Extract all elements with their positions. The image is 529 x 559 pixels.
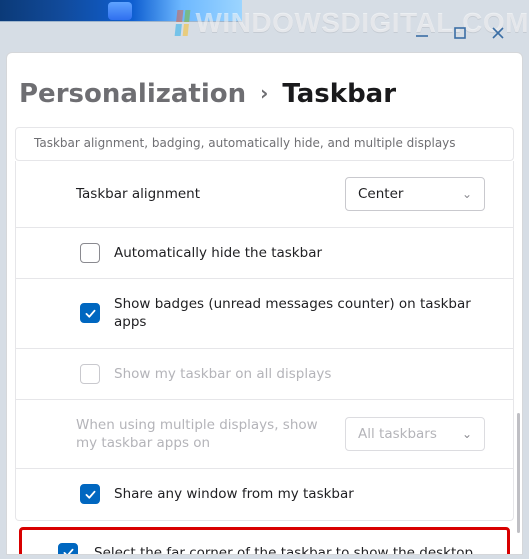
share-window-checkbox[interactable]	[80, 484, 100, 504]
auto-hide-checkbox[interactable]	[80, 243, 100, 263]
multi-display-row: When using multiple displays, show my ta…	[15, 400, 514, 469]
far-corner-checkbox[interactable]	[58, 543, 78, 555]
chevron-right-icon: ›	[260, 81, 268, 105]
chevron-down-icon: ⌄	[462, 186, 472, 202]
minimize-icon[interactable]	[415, 26, 429, 40]
all-displays-checkbox	[80, 364, 100, 384]
auto-hide-row: Automatically hide the taskbar	[15, 228, 514, 279]
badges-row: Show badges (unread messages counter) on…	[15, 279, 514, 348]
page-title: Taskbar	[282, 79, 396, 109]
multi-display-dropdown: All taskbars ⌄	[345, 417, 485, 451]
far-corner-row-highlighted: Select the far corner of the taskbar to …	[19, 527, 510, 555]
taskbar-behaviors-panel: Taskbar alignment, badging, automaticall…	[15, 127, 514, 521]
badges-label: Show badges (unread messages counter) on…	[114, 295, 495, 331]
scrollbar-thumb[interactable]	[517, 413, 520, 533]
badges-checkbox[interactable]	[80, 303, 100, 323]
maximize-icon[interactable]	[453, 26, 467, 40]
close-icon[interactable]	[491, 26, 505, 40]
taskbar-alignment-dropdown[interactable]: Center ⌄	[345, 177, 485, 211]
multi-display-value: All taskbars	[358, 425, 437, 443]
window-controls	[415, 26, 505, 40]
share-window-label: Share any window from my taskbar	[114, 485, 354, 503]
chevron-down-icon: ⌄	[462, 426, 472, 442]
all-displays-label: Show my taskbar on all displays	[114, 365, 331, 383]
desktop-thumbnail-strip	[0, 0, 242, 22]
taskbar-alignment-row: Taskbar alignment Center ⌄	[15, 161, 514, 228]
breadcrumb: Personalization › Taskbar	[7, 53, 522, 127]
auto-hide-label: Automatically hide the taskbar	[114, 244, 322, 262]
share-window-row: Share any window from my taskbar	[15, 469, 514, 520]
breadcrumb-parent[interactable]: Personalization	[19, 79, 246, 109]
all-displays-row: Show my taskbar on all displays	[15, 349, 514, 400]
settings-page: Personalization › Taskbar Taskbar alignm…	[6, 52, 523, 555]
section-description: Taskbar alignment, badging, automaticall…	[15, 127, 514, 161]
taskbar-alignment-label: Taskbar alignment	[76, 185, 331, 203]
multi-display-label: When using multiple displays, show my ta…	[76, 416, 331, 452]
far-corner-label: Select the far corner of the taskbar to …	[94, 544, 473, 555]
taskbar-alignment-value: Center	[358, 185, 403, 203]
